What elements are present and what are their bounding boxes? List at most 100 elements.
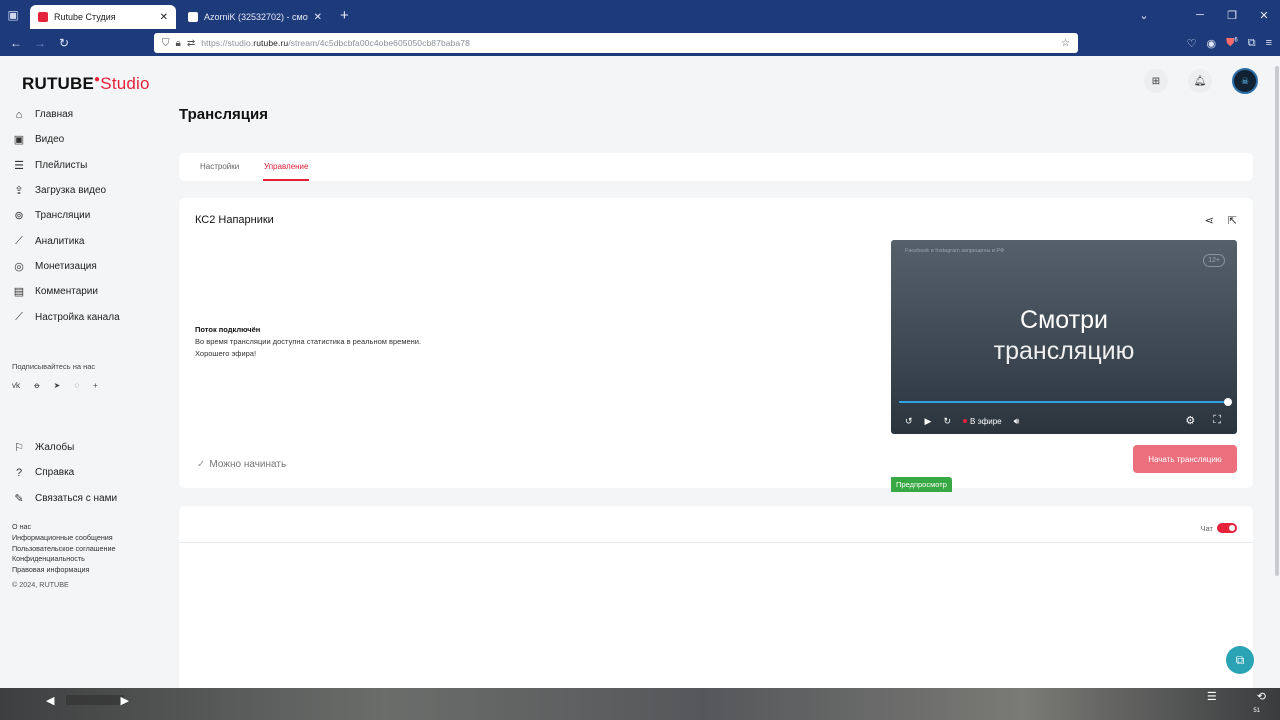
adblock-icon[interactable]: ⛊6 (1226, 37, 1238, 50)
tab-settings[interactable]: Настройки (200, 162, 239, 171)
browser-tab-rutube-studio[interactable]: Rutube Студия ✕ (30, 5, 176, 29)
sidebar-item-label: Настройка канала (35, 311, 120, 323)
sidebar-item-upload[interactable]: ⇪ Загрузка видео (12, 178, 152, 203)
taskbar-arrows: ◀ ▶ (46, 694, 129, 707)
share-icon[interactable]: ⋖ (1205, 214, 1214, 227)
extension-compass-icon[interactable]: ◉ (1207, 37, 1217, 50)
reload-icon[interactable]: ↻ (52, 36, 76, 50)
prev-arrow-icon[interactable]: ◀ (46, 694, 54, 707)
vk-icon[interactable]: vk (12, 381, 20, 390)
status-line: Во время трансляции доступна статистика … (195, 337, 422, 346)
footer-link-info[interactable]: Информационные сообщения (12, 533, 116, 544)
preview-player[interactable]: Facebook и Instagram запрещены в РФ 12+ … (891, 240, 1237, 434)
close-window-button[interactable]: ✕ (1248, 9, 1280, 22)
window-controls: ⌄ ─ ❐ ✕ (1128, 0, 1280, 30)
volume-icon[interactable]: 🔊︎ (1014, 416, 1020, 427)
next-arrow-icon[interactable]: ▶ (120, 694, 128, 707)
forward-10-icon[interactable]: ↻ (943, 416, 951, 427)
notifications-bell-icon[interactable]: 🔔︎ (1188, 69, 1212, 93)
extensions-puzzle-icon[interactable]: ⧉ (1248, 37, 1256, 50)
open-external-icon[interactable]: ⇱ (1228, 214, 1237, 227)
overlay-text-line2: трансляцию (993, 337, 1135, 365)
sidebar-item-comments[interactable]: ▤ Комментарии (12, 279, 152, 304)
player-controls: ↺ ▶ ↻ В эфире 🔊︎ (905, 414, 1225, 428)
footer-link-privacy[interactable]: Конфиденциальность (12, 554, 116, 565)
header-actions: ⊞ 🔔︎ ☠ (1144, 68, 1258, 94)
fullscreen-icon[interactable]: ⛶ (1213, 414, 1221, 427)
sidebar-item-analytics[interactable]: ⟋ Аналитика (12, 228, 152, 253)
sidebar-item-label: Плейлисты (35, 159, 88, 171)
pocket-icon[interactable]: ♡ (1187, 37, 1197, 50)
sidebar-item-help[interactable]: ? Справка (12, 460, 152, 485)
telegram-icon[interactable]: ➤ (54, 381, 61, 390)
tab-list-icon[interactable]: ▣ (0, 0, 26, 30)
back-arrow-icon[interactable]: ← (4, 36, 28, 50)
chat-toggle[interactable] (1217, 523, 1237, 533)
divider (179, 542, 1253, 543)
rutube-favicon-icon (188, 12, 198, 22)
restore-button[interactable]: ❐ (1216, 9, 1248, 22)
forward-arrow-icon[interactable]: → (28, 36, 52, 50)
more-plus-icon[interactable]: + (93, 381, 98, 390)
player-progress-knob[interactable] (1224, 398, 1232, 406)
tray-menu-icon[interactable]: ☰ (1207, 690, 1217, 703)
comments-icon: ▤ (13, 286, 25, 299)
tab-management[interactable]: Управление (264, 162, 308, 171)
sidebar-item-contact[interactable]: ✎ Связаться с нами (12, 486, 152, 511)
subscribe-label: Подписывайтесь на нас (12, 362, 96, 371)
play-icon[interactable]: ▶ (925, 416, 932, 427)
address-bar[interactable]: ⛉ 🔒︎ ⇄ https://studio.rutube.ru/stream/4… (154, 33, 1078, 53)
avatar[interactable]: ☠ (1232, 68, 1258, 94)
rutube-favicon-icon (38, 12, 48, 22)
rutube-studio-logo[interactable]: RUTUBE●Studio (22, 74, 150, 94)
tab-overflow-chevron-icon[interactable]: ⌄ (1128, 9, 1160, 22)
viber-icon[interactable]: ◌ (74, 381, 79, 390)
footer-link-about[interactable]: О нас (12, 522, 116, 533)
coin-icon: ◎ (14, 260, 24, 273)
browser-nav-bar: ← → ↻ ⛉ 🔒︎ ⇄ https://studio.rutube.ru/st… (0, 30, 1280, 56)
sidebar-item-label: Главная (35, 109, 74, 121)
page-scrollbar[interactable] (1275, 66, 1279, 576)
studio-page: RUTUBE●Studio ⌂ Главная ▣ Видео ☰ Плейлисты… (0, 56, 1280, 688)
sidebar-item-monetization[interactable]: ◎ Монетизация (12, 254, 152, 279)
status-line: Хорошего эфира! (195, 349, 257, 358)
footer-link-terms[interactable]: Пользовательское соглашение (12, 544, 116, 555)
active-tab-underline (263, 179, 309, 181)
start-stream-button[interactable]: Начать трансляцию (1133, 445, 1237, 473)
minimize-button[interactable]: ─ (1184, 9, 1216, 21)
magic-wand-icon: ⟋ (15, 310, 23, 323)
sidebar-item-label: Справка (35, 467, 75, 479)
chat-card: Чат (179, 506, 1253, 688)
sidebar-item-playlists[interactable]: ☰ Плейлисты (12, 153, 152, 178)
sidebar-item-streams[interactable]: ⊚ Трансляции (12, 203, 152, 228)
sidebar-item-label: Аналитика (35, 235, 85, 247)
check-icon: ✓ (197, 459, 206, 470)
sidebar-item-complaints[interactable]: ⚐ Жалобы (12, 435, 152, 460)
odnoklassniki-icon[interactable]: ꝋ (34, 381, 40, 390)
close-tab-icon[interactable]: ✕ (160, 12, 168, 23)
new-tab-button[interactable]: + (340, 7, 349, 24)
pencil-icon: ✎ (14, 492, 24, 505)
close-tab-icon[interactable]: ✕ (314, 12, 322, 23)
bookmark-star-icon[interactable]: ☆ (1061, 38, 1070, 49)
social-links: vk ꝋ ➤ ◌ + (12, 381, 98, 390)
player-settings-gear-icon[interactable]: ⚙ (1185, 414, 1195, 427)
history-clock-icon[interactable]: ⟲ (1257, 690, 1266, 703)
sidebar-item-video[interactable]: ▣ Видео (12, 127, 152, 152)
rewind-icon[interactable]: ↺ (905, 416, 913, 427)
add-content-icon[interactable]: ⊞ (1144, 69, 1168, 93)
stream-card-actions: ⋖ ⇱ (1205, 214, 1237, 227)
upload-icon: ⇪ (14, 185, 24, 198)
player-progress-bar[interactable] (899, 401, 1229, 403)
stream-tabs: Настройки Управление (179, 153, 1253, 181)
footer-link-legal[interactable]: Правовая информация (12, 565, 116, 576)
browser-tab-azornik[interactable]: AzorniK (32532702) - смотреть ✕ (180, 5, 330, 29)
sidebar-item-home[interactable]: ⌂ Главная (12, 102, 152, 127)
support-chat-button[interactable]: ⧉ (1226, 646, 1254, 674)
menu-icon[interactable]: ≡ (1266, 37, 1272, 49)
overlay-text-line1: Смотри (1020, 306, 1108, 334)
footer-links: О нас Информационные сообщения Пользоват… (12, 522, 116, 576)
sidebar-item-channel-settings[interactable]: ⟋ Настройка канала (12, 304, 152, 329)
permissions-icon: ⇄ (186, 37, 196, 49)
shield-icon: ⛉ (162, 37, 170, 49)
